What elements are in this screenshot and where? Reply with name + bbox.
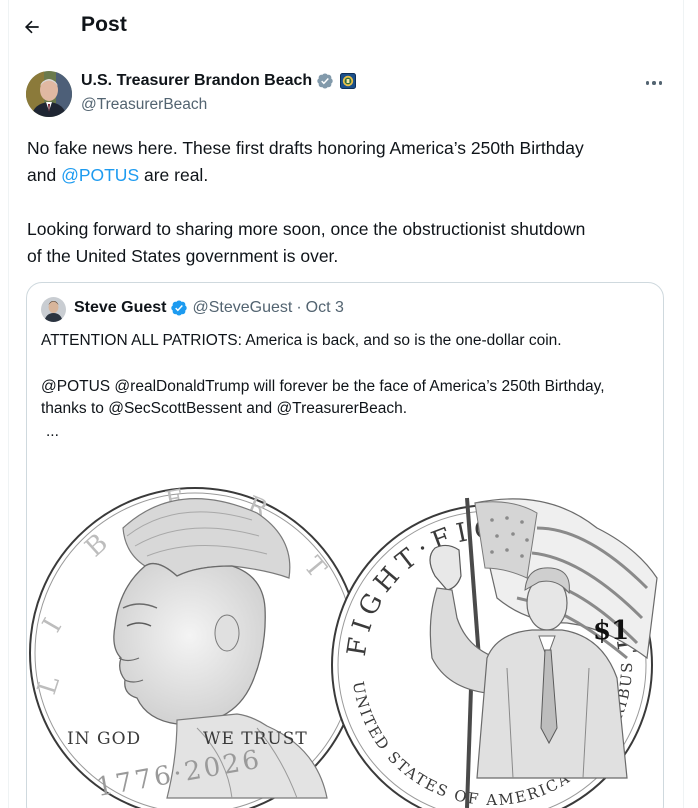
mention-link-potus[interactable]: @POTUS — [61, 165, 139, 185]
author-avatar[interactable] — [26, 71, 72, 117]
coin-designs-image[interactable]: L I B E R T Y IN GOD WE TRUST 1776·2026 — [27, 458, 664, 808]
quoted-body: ATTENTION ALL PATRIOTS: America is back,… — [41, 330, 605, 443]
tweet-line: of the United States government is over. — [27, 245, 339, 266]
tweet-body: No fake news here. These first drafts ho… — [27, 135, 667, 269]
left-coin: L I B E R T Y IN GOD WE TRUST 1776·2026 — [29, 484, 361, 808]
government-affiliation-badge-icon[interactable] — [340, 73, 357, 89]
page-title: Post — [81, 13, 127, 36]
author-display-name[interactable]: U.S. Treasurer Brandon Beach — [81, 72, 312, 90]
more-dot-icon — [652, 81, 656, 85]
coin-denomination: $1 — [593, 616, 629, 646]
tweet-line: and @POTUS are real. — [27, 162, 667, 189]
author-name-row: U.S. Treasurer Brandon Beach — [81, 72, 357, 90]
more-options-button[interactable] — [642, 76, 666, 90]
coin-motto-left: IN GOD — [67, 729, 141, 749]
more-dot-icon — [658, 81, 663, 85]
back-button[interactable] — [18, 13, 46, 41]
separator-dot: · — [296, 299, 302, 316]
show-more-ellipsis[interactable]: ... — [41, 421, 605, 444]
tweet-line: Looking forward to sharing more soon, on… — [27, 219, 586, 239]
quoted-author-avatar[interactable] — [41, 297, 66, 322]
column-right-border — [683, 0, 684, 808]
tweet-line: No fake news here. These first drafts ho… — [27, 138, 584, 158]
column-left-border — [8, 0, 9, 808]
tweet-text-fragment: and — [27, 164, 62, 185]
more-dot-icon — [645, 81, 650, 85]
quoted-handle[interactable]: @SteveGuest — [192, 299, 292, 317]
quoted-timestamp[interactable]: Oct 3 — [306, 299, 344, 317]
quoted-line: ATTENTION ALL PATRIOTS: America is back,… — [41, 332, 562, 349]
quoted-line: @POTUS @realDonaldTrump will forever be … — [41, 377, 605, 395]
tweet-text-fragment: are real. — [139, 164, 209, 185]
author-handle[interactable]: @TreasurerBeach — [81, 96, 207, 114]
verified-badge-icon[interactable] — [316, 72, 334, 90]
quoted-display-name[interactable]: Steve Guest — [74, 299, 166, 317]
quoted-name-row: Steve Guest @SteveGuest · Oct 3 — [74, 299, 344, 317]
quoted-line: thanks to @SecScottBessent and @Treasure… — [41, 400, 408, 417]
verified-badge-icon[interactable] — [170, 299, 188, 317]
arrow-left-icon — [24, 20, 39, 34]
quoted-tweet-card[interactable]: Steve Guest @SteveGuest · Oct 3 ATTENTIO… — [26, 282, 664, 808]
